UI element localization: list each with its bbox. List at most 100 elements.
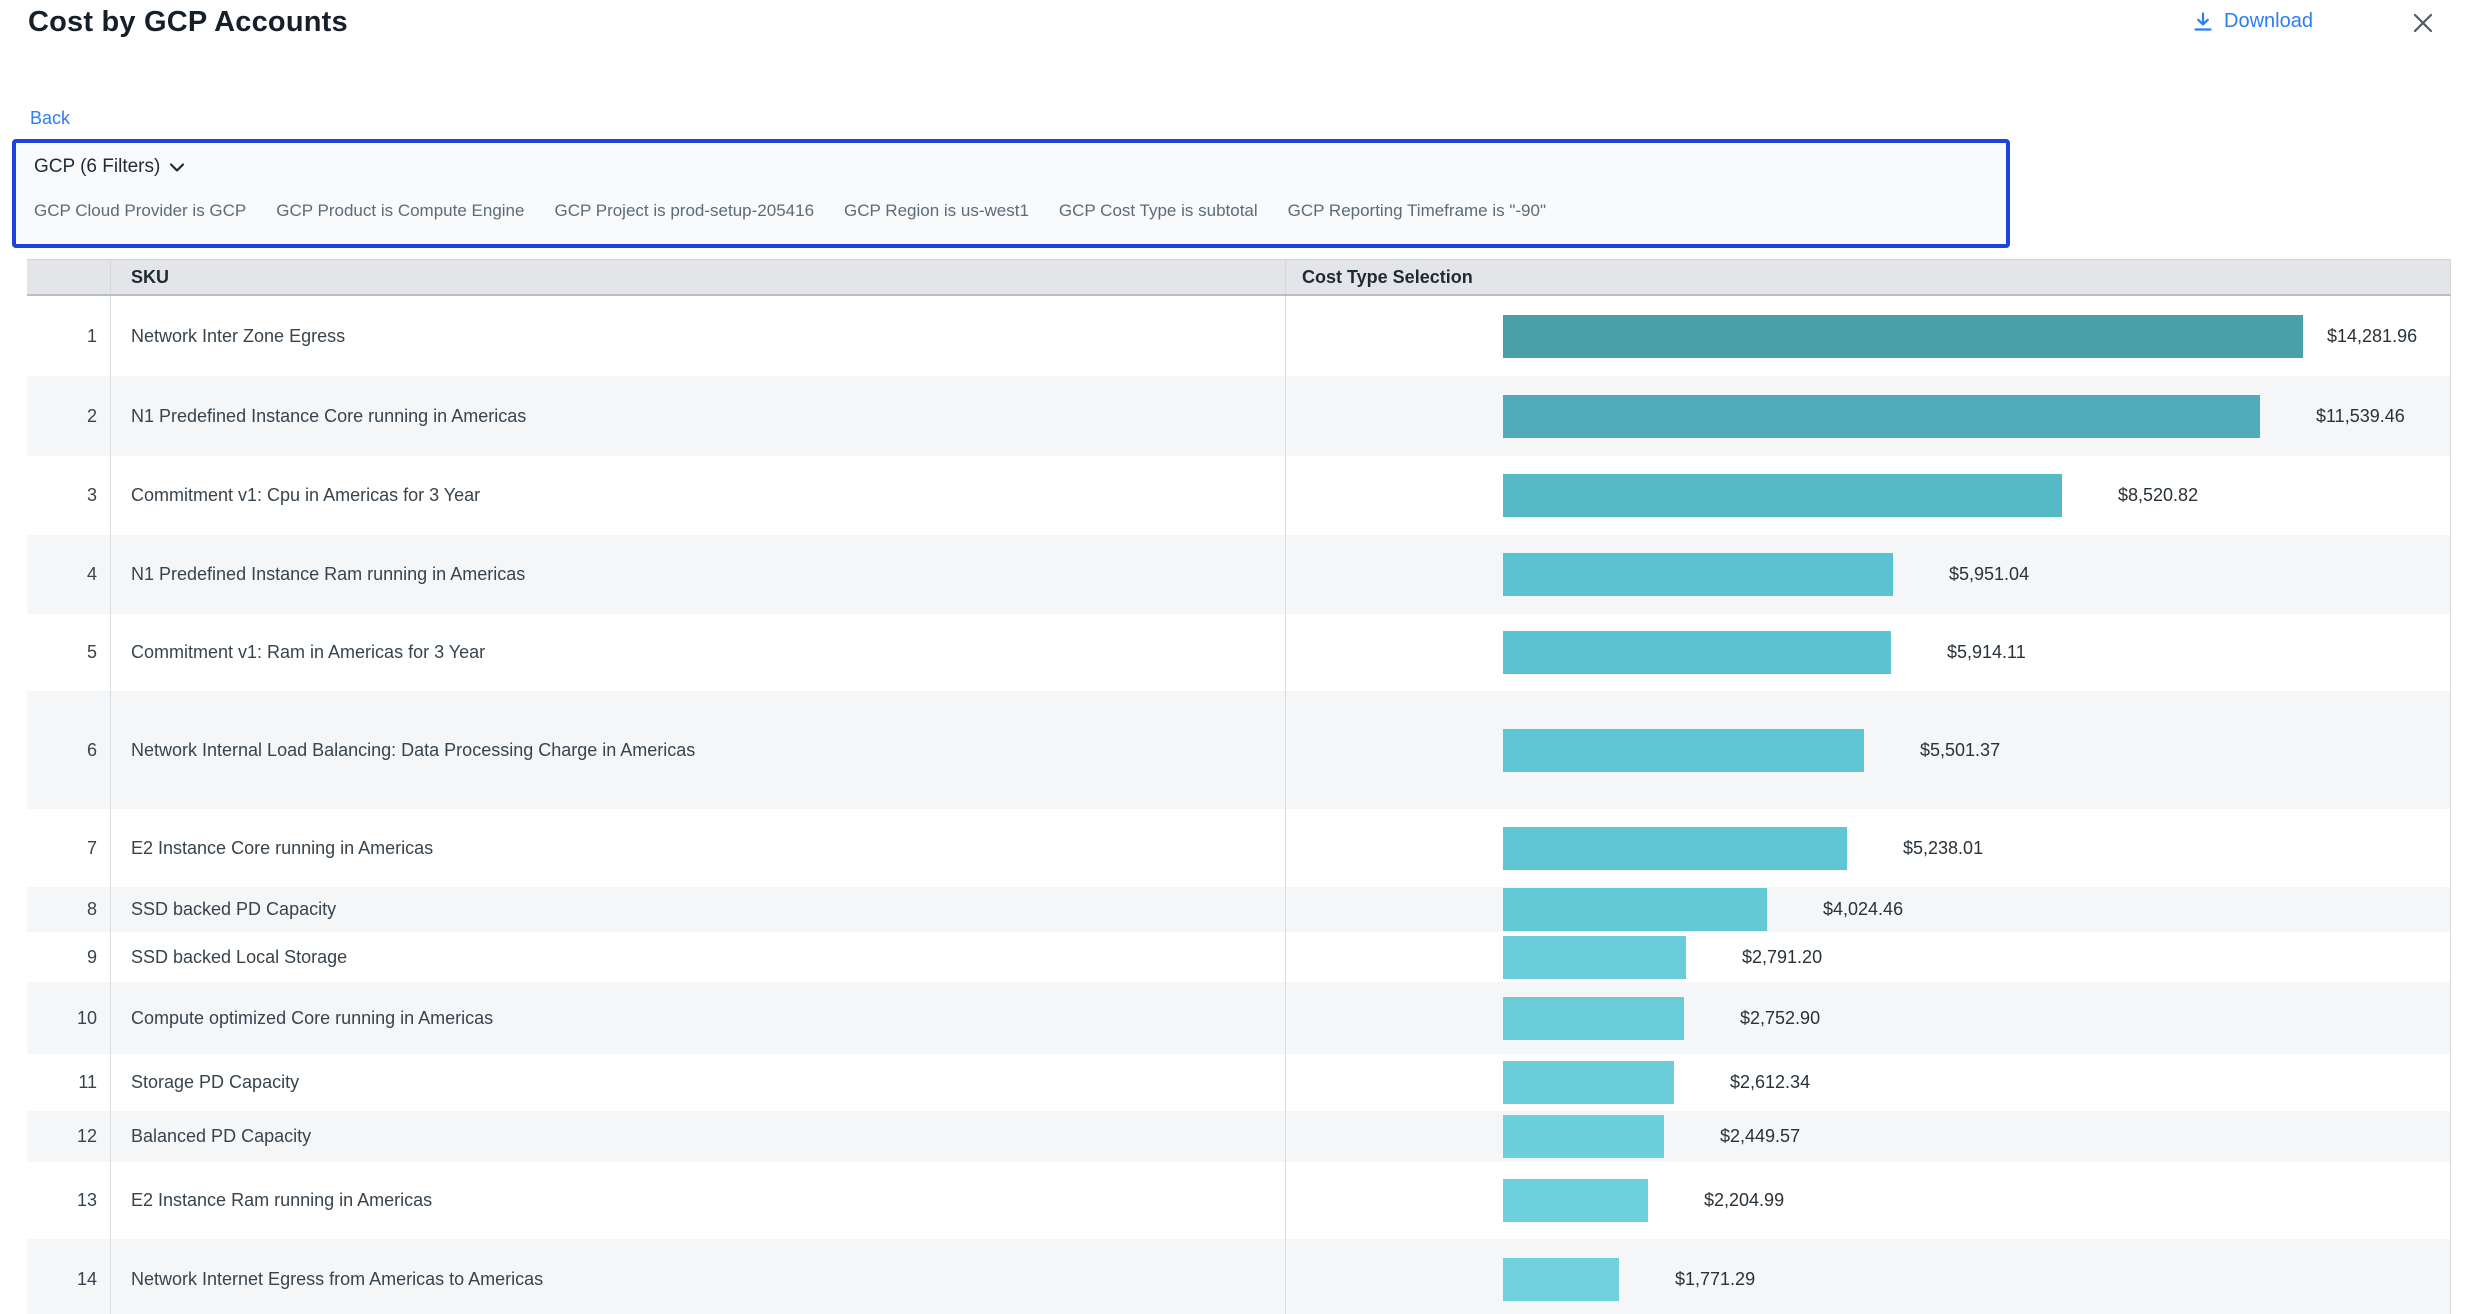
close-button[interactable]: [2408, 8, 2438, 38]
sku-label: Balanced PD Capacity: [131, 1126, 311, 1147]
sku-label: SSD backed PD Capacity: [131, 899, 336, 920]
filter-chip[interactable]: GCP Reporting Timeframe is "-90": [1288, 201, 1546, 221]
filter-group-label: GCP (6 Filters): [34, 156, 160, 178]
sku-label: Network Inter Zone Egress: [131, 326, 345, 347]
sku-cell: Storage PD Capacity: [111, 1054, 1285, 1111]
filter-chip[interactable]: GCP Cloud Provider is GCP: [34, 201, 246, 221]
cost-bar[interactable]: [1503, 1258, 1619, 1301]
cost-cell: $2,449.57: [1285, 1111, 2451, 1162]
row-rank: 7: [27, 809, 111, 887]
cost-bar[interactable]: [1503, 553, 1893, 596]
cost-value-label: $5,238.01: [1903, 838, 1983, 859]
sku-cell: E2 Instance Ram running in Americas: [111, 1162, 1285, 1239]
cost-bar[interactable]: [1503, 888, 1767, 931]
sku-cell: Commitment v1: Cpu in Americas for 3 Yea…: [111, 456, 1285, 535]
sku-label: Storage PD Capacity: [131, 1072, 299, 1093]
row-rank: 4: [27, 535, 111, 614]
sku-label: Compute optimized Core running in Americ…: [131, 1008, 493, 1029]
cost-cell: $5,951.04: [1285, 535, 2451, 614]
sku-label: E2 Instance Core running in Americas: [131, 838, 433, 859]
back-link[interactable]: Back: [30, 108, 70, 129]
rank-column-header: [27, 260, 111, 294]
cost-report-modal: Cost by GCP Accounts Download Back GCP (…: [0, 0, 2476, 1314]
cost-cell: $4,024.46: [1285, 887, 2451, 932]
filter-group-dropdown[interactable]: GCP (6 Filters): [34, 156, 1988, 178]
sku-label: Commitment v1: Cpu in Americas for 3 Yea…: [131, 485, 480, 506]
row-rank: 11: [27, 1054, 111, 1111]
sku-cell: Network Internal Load Balancing: Data Pr…: [111, 691, 1285, 809]
cost-cell: $8,520.82: [1285, 456, 2451, 535]
cost-cell: $14,281.96: [1285, 296, 2451, 376]
sku-label: N1 Predefined Instance Core running in A…: [131, 406, 526, 427]
cost-cell: $2,612.34: [1285, 1054, 2451, 1111]
close-icon: [2410, 10, 2436, 36]
cost-value-label: $5,501.37: [1920, 740, 2000, 761]
cost-bar[interactable]: [1503, 315, 2303, 358]
table-row: 13E2 Instance Ram running in Americas $2,…: [27, 1162, 2451, 1239]
sku-label: Commitment v1: Ram in Americas for 3 Yea…: [131, 642, 485, 663]
table-row: 11 Storage PD Capacity $2,612.34: [27, 1054, 2451, 1111]
row-rank: 6: [27, 691, 111, 809]
sku-cell: Balanced PD Capacity: [111, 1111, 1285, 1162]
table-row: 1 Network Inter Zone Egress $14,281.96: [27, 296, 2451, 376]
cost-value-label: $2,612.34: [1730, 1072, 1810, 1093]
row-rank: 10: [27, 982, 111, 1054]
cost-column-header: Cost Type Selection: [1285, 260, 2451, 294]
cost-value-label: $8,520.82: [2118, 485, 2198, 506]
sku-cell: E2 Instance Core running in Americas: [111, 809, 1285, 887]
sku-cell: N1 Predefined Instance Ram running in Am…: [111, 535, 1285, 614]
cost-bar[interactable]: [1503, 997, 1684, 1040]
cost-bar[interactable]: [1503, 395, 2260, 438]
download-button[interactable]: Download: [2192, 10, 2313, 33]
chevron-down-icon: [169, 162, 185, 173]
cost-value-label: $1,771.29: [1675, 1269, 1755, 1290]
download-icon: [2192, 11, 2214, 33]
cost-value-label: $14,281.96: [2327, 326, 2417, 347]
table-row: 6 Network Internal Load Balancing: Data P…: [27, 691, 2451, 809]
row-rank: 12: [27, 1111, 111, 1162]
cost-bar[interactable]: [1503, 474, 2062, 517]
cost-cell: $11,539.46: [1285, 376, 2451, 456]
cost-value-label: $2,791.20: [1742, 947, 1822, 968]
table-row: 12 Balanced PD Capacity $2,449.57: [27, 1111, 2451, 1162]
table-header-row: SKU Cost Type Selection: [27, 259, 2451, 296]
filter-chip[interactable]: GCP Project is prod-setup-205416: [554, 201, 814, 221]
cost-bar[interactable]: [1503, 1179, 1648, 1222]
sku-label: Network Internet Egress from Americas to…: [131, 1269, 543, 1290]
cost-cell: $1,771.29: [1285, 1239, 2451, 1314]
table-row: 2 N1 Predefined Instance Core running in …: [27, 376, 2451, 456]
row-rank: 1: [27, 296, 111, 376]
download-label: Download: [2224, 10, 2313, 33]
cost-value-label: $2,204.99: [1704, 1190, 1784, 1211]
sku-cell: SSD backed PD Capacity: [111, 887, 1285, 932]
sku-label: SSD backed Local Storage: [131, 947, 347, 968]
cost-value-label: $5,951.04: [1949, 564, 2029, 585]
cost-value-label: $5,914.11: [1947, 642, 2026, 663]
sku-label: Network Internal Load Balancing: Data Pr…: [131, 740, 695, 761]
row-rank: 2: [27, 376, 111, 456]
sku-cell: Commitment v1: Ram in Americas for 3 Yea…: [111, 614, 1285, 691]
row-rank: 13: [27, 1162, 111, 1239]
cost-cell: $5,238.01: [1285, 809, 2451, 887]
cost-bar[interactable]: [1503, 631, 1891, 674]
table-row: 9SSD backed Local Storage$2,791.20: [27, 932, 2451, 982]
row-rank: 3: [27, 456, 111, 535]
cost-table: SKU Cost Type Selection 1 Network Inter Z…: [27, 259, 2451, 1314]
cost-cell: $2,791.20: [1285, 932, 2451, 982]
cost-value-label: $2,449.57: [1720, 1126, 1800, 1147]
cost-bar[interactable]: [1503, 729, 1864, 772]
sku-cell: N1 Predefined Instance Core running in A…: [111, 376, 1285, 456]
filter-chip[interactable]: GCP Cost Type is subtotal: [1059, 201, 1258, 221]
sku-cell: SSD backed Local Storage: [111, 932, 1285, 982]
table-body: 1Network Inter Zone Egress$14,281.962N1 …: [27, 296, 2451, 1314]
cost-bar[interactable]: [1503, 1115, 1664, 1158]
cost-bar[interactable]: [1503, 827, 1847, 870]
sku-cell: Compute optimized Core running in Americ…: [111, 982, 1285, 1054]
cost-bar[interactable]: [1503, 1061, 1674, 1104]
row-rank: 5: [27, 614, 111, 691]
filter-chip[interactable]: GCP Product is Compute Engine: [276, 201, 524, 221]
cost-value-label: $4,024.46: [1823, 899, 1903, 920]
filter-chip[interactable]: GCP Region is us-west1: [844, 201, 1029, 221]
cost-bar[interactable]: [1503, 936, 1686, 979]
cost-value-label: $11,539.46: [2316, 406, 2405, 427]
